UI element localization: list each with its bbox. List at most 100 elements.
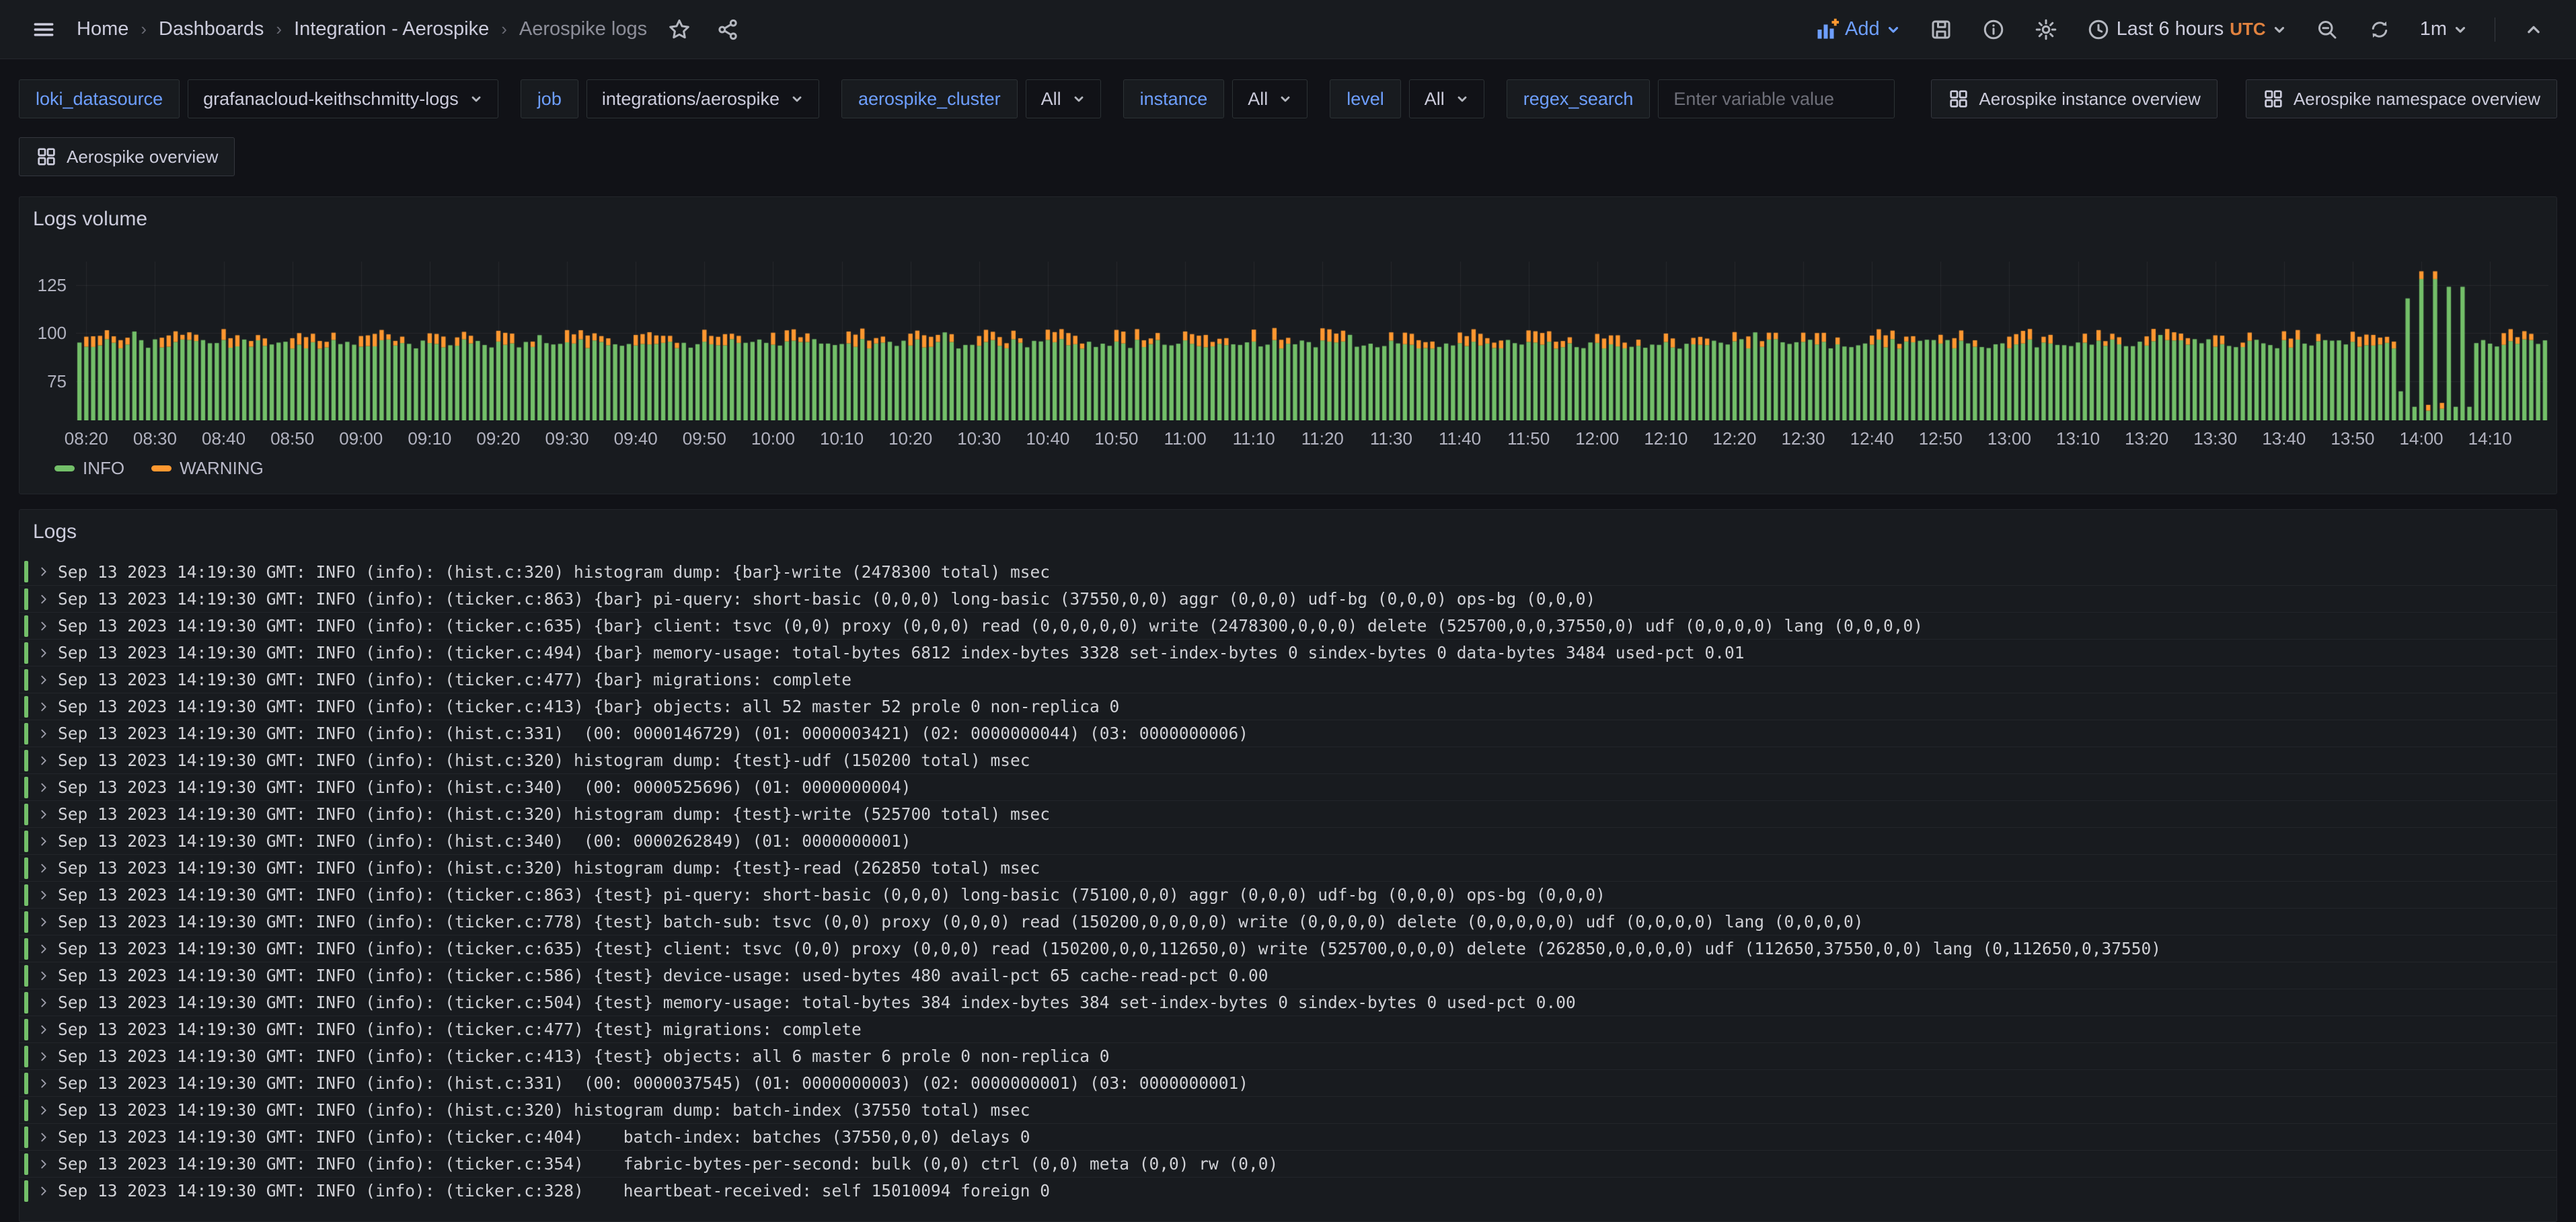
log-row[interactable]: Sep 13 2023 14:19:30 GMT: INFO (info): (…	[20, 881, 2556, 908]
logs-panel-title[interactable]: Logs	[33, 521, 77, 543]
chevron-right-icon[interactable]	[37, 862, 50, 875]
chevron-right-icon[interactable]	[37, 942, 50, 956]
variable-select-aerospike-cluster[interactable]: All	[1026, 79, 1101, 118]
chevron-right-icon[interactable]	[37, 565, 50, 578]
log-rows-container: Sep 13 2023 14:19:30 GMT: INFO (info): (…	[20, 558, 2556, 1204]
chevron-right-icon[interactable]	[37, 969, 50, 983]
log-row[interactable]: Sep 13 2023 14:19:30 GMT: INFO (info): (…	[20, 1096, 2556, 1123]
breadcrumb-folder[interactable]: Integration - Aerospike	[294, 18, 489, 40]
x-axis-label: 13:20	[2115, 428, 2179, 449]
log-row[interactable]: Sep 13 2023 14:19:30 GMT: INFO (info): (…	[20, 854, 2556, 881]
log-row[interactable]: Sep 13 2023 14:19:30 GMT: INFO (info): (…	[20, 720, 2556, 747]
variable-label-loki-datasource: loki_datasource	[19, 79, 180, 118]
breadcrumb-separator: ›	[141, 19, 147, 40]
x-axis-label: 11:50	[1497, 428, 1561, 449]
chevron-right-icon[interactable]	[37, 1077, 50, 1090]
share-button[interactable]	[712, 13, 744, 46]
log-line-text: Sep 13 2023 14:19:30 GMT: INFO (info): (…	[58, 966, 1268, 985]
logs-volume-chart[interactable]	[76, 262, 2548, 420]
chevron-right-icon[interactable]	[37, 996, 50, 1009]
log-row[interactable]: Sep 13 2023 14:19:30 GMT: INFO (info): (…	[20, 962, 2556, 989]
breadcrumb-home[interactable]: Home	[77, 18, 128, 40]
log-row[interactable]: Sep 13 2023 14:19:30 GMT: INFO (info): (…	[20, 800, 2556, 827]
log-row[interactable]: Sep 13 2023 14:19:30 GMT: INFO (info): (…	[20, 1042, 2556, 1069]
y-axis-label: 100	[25, 323, 67, 344]
menu-button[interactable]	[27, 13, 61, 46]
chevron-right-icon[interactable]	[37, 808, 50, 821]
log-level-indicator	[24, 1153, 28, 1175]
chevron-right-icon[interactable]	[37, 888, 50, 902]
link-aerospike-namespace-overview[interactable]: Aerospike namespace overview	[2246, 79, 2557, 118]
add-panel-icon	[1815, 17, 1839, 42]
link-label: Aerospike overview	[67, 147, 218, 167]
chevron-right-icon[interactable]	[37, 700, 50, 714]
chevron-right-icon[interactable]	[37, 1104, 50, 1117]
collapse-nav-button[interactable]	[2518, 14, 2549, 45]
log-level-indicator	[24, 857, 28, 879]
log-level-indicator	[24, 1100, 28, 1121]
log-row[interactable]: Sep 13 2023 14:19:30 GMT: INFO (info): (…	[20, 666, 2556, 693]
x-axis-label: 09:20	[466, 428, 531, 449]
variable-label-instance: instance	[1123, 79, 1225, 118]
chevron-right-icon[interactable]	[37, 781, 50, 794]
chevron-right-icon[interactable]	[37, 1131, 50, 1144]
chevron-right-icon[interactable]	[37, 915, 50, 929]
log-row[interactable]: Sep 13 2023 14:19:30 GMT: INFO (info): (…	[20, 773, 2556, 800]
legend-item-warning[interactable]: WARNING	[151, 458, 264, 479]
log-row[interactable]: Sep 13 2023 14:19:30 GMT: INFO (info): (…	[20, 693, 2556, 720]
log-row[interactable]: Sep 13 2023 14:19:30 GMT: INFO (info): (…	[20, 612, 2556, 639]
regex-search-input[interactable]	[1658, 79, 1895, 118]
chevron-right-icon[interactable]	[37, 1023, 50, 1036]
link-aerospike-instance-overview[interactable]: Aerospike instance overview	[1931, 79, 2218, 118]
chevron-right-icon[interactable]	[37, 727, 50, 740]
variable-select-loki-datasource[interactable]: grafanacloud-keithschmitty-logs	[188, 79, 498, 118]
x-axis-label: 08:20	[54, 428, 118, 449]
chart-legend: INFO WARNING	[54, 458, 264, 479]
favorite-button[interactable]	[663, 13, 695, 46]
refresh-button[interactable]	[2363, 13, 2396, 46]
log-row[interactable]: Sep 13 2023 14:19:30 GMT: INFO (info): (…	[20, 585, 2556, 612]
chevron-right-icon[interactable]	[37, 1184, 50, 1198]
breadcrumb-dashboards[interactable]: Dashboards	[159, 18, 264, 40]
variable-label-level: level	[1330, 79, 1401, 118]
chevron-right-icon[interactable]	[37, 593, 50, 606]
log-line-text: Sep 13 2023 14:19:30 GMT: INFO (info): (…	[58, 777, 911, 797]
log-row[interactable]: Sep 13 2023 14:19:30 GMT: INFO (info): (…	[20, 935, 2556, 962]
link-aerospike-overview[interactable]: Aerospike overview	[19, 137, 235, 176]
dashboard-insights-button[interactable]	[1977, 13, 2010, 46]
log-level-indicator	[24, 1019, 28, 1040]
chevron-right-icon[interactable]	[37, 754, 50, 767]
log-row[interactable]: Sep 13 2023 14:19:30 GMT: INFO (info): (…	[20, 908, 2556, 935]
log-row[interactable]: Sep 13 2023 14:19:30 GMT: INFO (info): (…	[20, 1177, 2556, 1204]
legend-item-info[interactable]: INFO	[54, 458, 124, 479]
dashboard-settings-button[interactable]	[2030, 13, 2062, 46]
log-row[interactable]: Sep 13 2023 14:19:30 GMT: INFO (info): (…	[20, 827, 2556, 854]
chevron-right-icon[interactable]	[37, 835, 50, 848]
variable-select-job[interactable]: integrations/aerospike	[586, 79, 819, 118]
variable-select-instance[interactable]: All	[1232, 79, 1308, 118]
add-panel-button[interactable]: Add	[1811, 13, 1905, 46]
chevron-down-icon	[469, 92, 483, 106]
log-row[interactable]: Sep 13 2023 14:19:30 GMT: INFO (info): (…	[20, 989, 2556, 1016]
time-range-picker[interactable]: Last 6 hours UTC	[2082, 13, 2291, 46]
refresh-interval-dropdown[interactable]: 1m	[2416, 14, 2472, 44]
chevron-right-icon[interactable]	[37, 673, 50, 687]
log-row[interactable]: Sep 13 2023 14:19:30 GMT: INFO (info): (…	[20, 747, 2556, 773]
chevron-right-icon[interactable]	[37, 619, 50, 633]
save-dashboard-button[interactable]	[1925, 13, 1957, 46]
variable-loki-datasource: loki_datasource grafanacloud-keithschmit…	[19, 79, 498, 118]
log-row[interactable]: Sep 13 2023 14:19:30 GMT: INFO (info): (…	[20, 1123, 2556, 1150]
zoom-out-time-button[interactable]	[2311, 13, 2343, 46]
chevron-right-icon[interactable]	[37, 646, 50, 660]
variable-select-level[interactable]: All	[1409, 79, 1484, 118]
log-row[interactable]: Sep 13 2023 14:19:30 GMT: INFO (info): (…	[20, 639, 2556, 666]
chevron-right-icon[interactable]	[37, 1050, 50, 1063]
log-row[interactable]: Sep 13 2023 14:19:30 GMT: INFO (info): (…	[20, 1016, 2556, 1042]
chevron-right-icon[interactable]	[37, 1157, 50, 1171]
log-row[interactable]: Sep 13 2023 14:19:30 GMT: INFO (info): (…	[20, 1069, 2556, 1096]
x-axis-label: 11:30	[1359, 428, 1423, 449]
logs-volume-panel-title[interactable]: Logs volume	[33, 208, 147, 231]
log-row[interactable]: Sep 13 2023 14:19:30 GMT: INFO (info): (…	[20, 1150, 2556, 1177]
log-row[interactable]: Sep 13 2023 14:19:30 GMT: INFO (info): (…	[20, 558, 2556, 585]
variable-label-job: job	[521, 79, 578, 118]
